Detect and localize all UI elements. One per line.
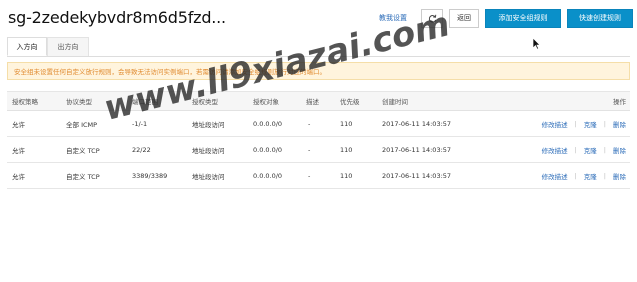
help-link[interactable]: 教我设置 <box>379 13 407 23</box>
cell-policy: 允许 <box>12 172 25 181</box>
tab-inbound[interactable]: 入方向 <box>7 37 47 56</box>
clone-link[interactable]: 克隆 <box>584 145 597 155</box>
clone-link[interactable]: 克隆 <box>584 171 597 181</box>
header-auth-type: 授权类型 <box>192 98 218 106</box>
table-row: 允许 全部 ICMP -1/-1 地址段访问 0.0.0.0/0 - 110 2… <box>7 111 630 137</box>
cell-auth-object: 0.0.0.0/0 <box>253 171 283 180</box>
cell-created-at: 2017-06-11 14:03:57 <box>382 171 452 180</box>
cell-created-at: 2017-06-11 14:03:57 <box>382 119 452 128</box>
cell-auth-type: 地址段访问 <box>192 146 225 155</box>
cell-policy: 允许 <box>12 146 25 155</box>
header-description: 描述 <box>306 98 319 106</box>
header-created-at: 创建时间 <box>382 98 408 106</box>
table-row: 允许 自定义 TCP 3389/3389 地址段访问 0.0.0.0/0 - 1… <box>7 163 630 189</box>
mouse-cursor-icon <box>532 37 541 50</box>
divider: | <box>574 145 577 154</box>
cell-protocol: 自定义 TCP <box>66 146 100 155</box>
cell-auth-object: 0.0.0.0/0 <box>253 119 283 128</box>
delete-link[interactable]: 删除 <box>613 145 626 155</box>
table-header: 授权策略 协议类型 端口范围 授权类型 授权对象 描述 优先级 创建时间 操作 <box>7 91 630 111</box>
header-operation: 操作 <box>613 98 626 106</box>
quick-create-button[interactable]: 快速创建规则 <box>567 8 633 28</box>
cell-priority: 110 <box>340 171 353 180</box>
divider: | <box>574 119 577 128</box>
edit-description-link[interactable]: 修改描述 <box>542 119 568 129</box>
refresh-button[interactable] <box>421 8 443 28</box>
row-actions: 修改描述 | 克隆 | 删除 <box>542 111 626 136</box>
divider: | <box>603 119 606 128</box>
cell-port-range: 22/22 <box>132 145 151 154</box>
row-actions: 修改描述 | 克隆 | 删除 <box>542 137 626 162</box>
header-protocol: 协议类型 <box>66 98 92 106</box>
cell-protocol: 自定义 TCP <box>66 172 100 181</box>
divider: | <box>574 171 577 180</box>
cell-auth-type: 地址段访问 <box>192 172 225 181</box>
tab-outbound[interactable]: 出方向 <box>47 37 89 56</box>
cell-priority: 110 <box>340 145 353 154</box>
edit-description-link[interactable]: 修改描述 <box>542 171 568 181</box>
cell-port-range: 3389/3389 <box>132 171 168 180</box>
edit-description-link[interactable]: 修改描述 <box>542 145 568 155</box>
back-button[interactable]: 返回 <box>449 8 479 28</box>
header-auth-object: 授权对象 <box>253 98 279 106</box>
cell-priority: 110 <box>340 119 353 128</box>
delete-link[interactable]: 删除 <box>613 171 626 181</box>
header-policy: 授权策略 <box>12 98 38 106</box>
rules-table: 授权策略 协议类型 端口范围 授权类型 授权对象 描述 优先级 创建时间 操作 … <box>7 91 630 189</box>
refresh-icon <box>428 14 436 23</box>
add-rule-button[interactable]: 添加安全组规则 <box>485 8 561 28</box>
cell-protocol: 全部 ICMP <box>66 120 98 129</box>
page-title: sg-2zedekybvdr8m6d5fzd... <box>8 8 226 27</box>
toolbar: 教我设置 返回 添加安全组规则 快速创建规则 <box>379 8 633 28</box>
cell-auth-object: 0.0.0.0/0 <box>253 145 283 154</box>
cell-description: - <box>308 145 311 154</box>
header-port-range: 端口范围 <box>132 98 158 106</box>
notice-banner: 安全组未设置任何自定义放行规则，会导致无法访问实例端口，若需访问请添加安全组规则… <box>7 62 630 80</box>
cell-port-range: -1/-1 <box>132 119 148 128</box>
cell-auth-type: 地址段访问 <box>192 120 225 129</box>
header-priority: 优先级 <box>340 98 360 106</box>
cell-policy: 允许 <box>12 120 25 129</box>
row-actions: 修改描述 | 克隆 | 删除 <box>542 163 626 188</box>
cell-description: - <box>308 119 311 128</box>
cell-description: - <box>308 171 311 180</box>
cell-created-at: 2017-06-11 14:03:57 <box>382 145 452 154</box>
table-row: 允许 自定义 TCP 22/22 地址段访问 0.0.0.0/0 - 110 2… <box>7 137 630 163</box>
divider: | <box>603 171 606 180</box>
divider: | <box>603 145 606 154</box>
delete-link[interactable]: 删除 <box>613 119 626 129</box>
clone-link[interactable]: 克隆 <box>584 119 597 129</box>
